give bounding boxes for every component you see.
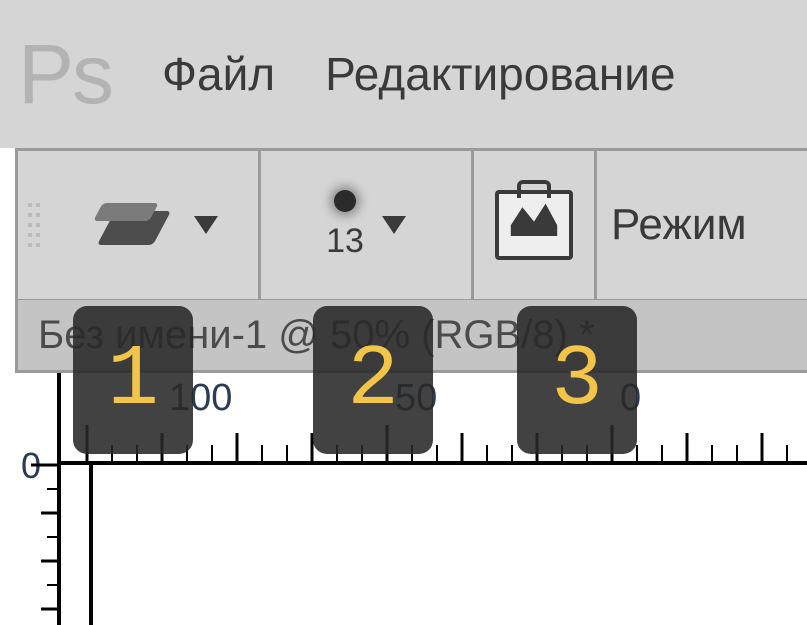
brush-size-value: 13 [326,222,364,261]
menu-bar: Ps Файл Редактирование [0,0,807,148]
canvas-left-edge [89,465,93,625]
canvas[interactable] [61,465,807,625]
ruler-vertical[interactable]: 0 [15,373,61,625]
tool-options-bar: 13 Режим [15,148,807,302]
annotation-badge-1: 1 [73,306,193,454]
annotation-badge-3: 3 [517,306,637,454]
tool-preset-picker[interactable] [58,151,258,299]
app-logo: Ps [18,26,112,123]
eraser-icon [98,199,176,251]
mode-label-section: Режим [597,151,761,299]
menu-file[interactable]: Файл [162,47,275,101]
options-bar-grip[interactable] [18,151,58,299]
annotation-badge-2: 2 [313,306,433,454]
brush-dot-icon [334,190,356,212]
brush-preview: 13 [326,190,364,261]
toggle-brush-panel-button[interactable] [474,151,594,299]
mode-label: Режим [597,200,761,250]
menu-edit[interactable]: Редактирование [325,47,675,101]
chevron-down-icon [382,216,406,234]
brush-preset-picker[interactable]: 13 [261,151,471,299]
brush-panel-icon [495,190,573,260]
chevron-down-icon [194,216,218,234]
